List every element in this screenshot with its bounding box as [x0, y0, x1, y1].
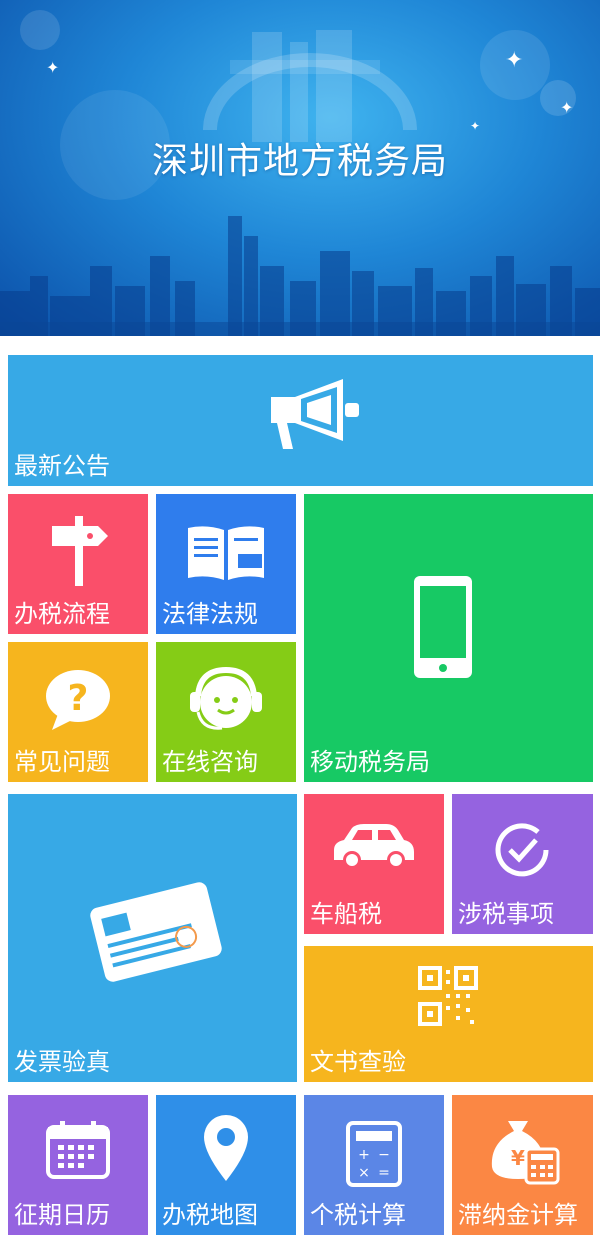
tile-laws[interactable]: 法律法规	[156, 494, 296, 634]
question-bubble-icon: ?	[46, 670, 110, 730]
svg-text:+: +	[358, 1147, 370, 1163]
tile-label: 涉税事项	[458, 900, 554, 928]
tile-tax-process[interactable]: 办税流程	[8, 494, 148, 634]
map-pin-icon	[204, 1115, 248, 1181]
tile-tax-map[interactable]: 办税地图	[156, 1095, 296, 1235]
megaphone-icon	[271, 379, 359, 449]
car-icon	[334, 824, 414, 869]
tile-tax-matters[interactable]: 涉税事项	[452, 794, 593, 934]
svg-text:×: ×	[358, 1165, 370, 1181]
calculator-icon: + − × =	[346, 1121, 402, 1187]
tile-label: 车船税	[310, 900, 382, 928]
svg-text:¥: ¥	[511, 1146, 525, 1170]
tile-label: 常见问题	[14, 748, 110, 776]
tile-late-fee-calc[interactable]: ¥ 滞纳金计算	[452, 1095, 593, 1235]
calendar-icon	[46, 1121, 110, 1179]
invoice-card-icon	[90, 882, 222, 982]
tile-label: 文书查验	[310, 1048, 406, 1076]
tile-announcements[interactable]: 最新公告	[8, 355, 593, 486]
tile-income-tax-calc[interactable]: + − × = 个税计算	[304, 1095, 444, 1235]
city-skyline	[0, 216, 600, 336]
header-banner: ✦ ✦ ✦ ✦ 深圳市地方税务局	[0, 0, 600, 336]
tile-online-consult[interactable]: 在线咨询	[156, 642, 296, 782]
tile-label: 征期日历	[14, 1201, 110, 1229]
check-circle-icon	[495, 823, 549, 877]
tile-invoice-verify[interactable]: 发票验真	[8, 794, 297, 1082]
tile-label: 在线咨询	[162, 748, 258, 776]
tile-label: 办税地图	[162, 1201, 258, 1229]
tax-emblem-logo	[203, 30, 417, 142]
svg-text:−: −	[378, 1147, 390, 1163]
page-title: 深圳市地方税务局	[151, 141, 448, 182]
tile-label: 办税流程	[14, 600, 110, 628]
signpost-icon	[52, 516, 108, 586]
tile-label: 最新公告	[14, 452, 110, 480]
tile-calendar[interactable]: 征期日历	[8, 1095, 148, 1235]
headset-agent-icon	[190, 666, 262, 730]
tile-mobile-bureau[interactable]: 移动税务局	[304, 494, 593, 782]
svg-text:?: ?	[68, 678, 89, 719]
tile-document-check[interactable]: 文书查验	[304, 946, 593, 1082]
tile-label: 个税计算	[310, 1201, 406, 1229]
book-icon	[188, 526, 264, 580]
money-bag-calculator-icon: ¥	[491, 1121, 560, 1185]
tile-faq[interactable]: ? 常见问题	[8, 642, 148, 782]
svg-text:=: =	[378, 1165, 390, 1181]
tile-label: 移动税务局	[310, 748, 430, 776]
tile-label: 发票验真	[14, 1048, 110, 1076]
tile-vehicle-tax[interactable]: 车船税	[304, 794, 444, 934]
qr-code-icon	[418, 966, 478, 1026]
tile-label: 滞纳金计算	[458, 1201, 578, 1229]
tile-label: 法律法规	[162, 600, 258, 628]
phone-icon	[414, 576, 472, 678]
